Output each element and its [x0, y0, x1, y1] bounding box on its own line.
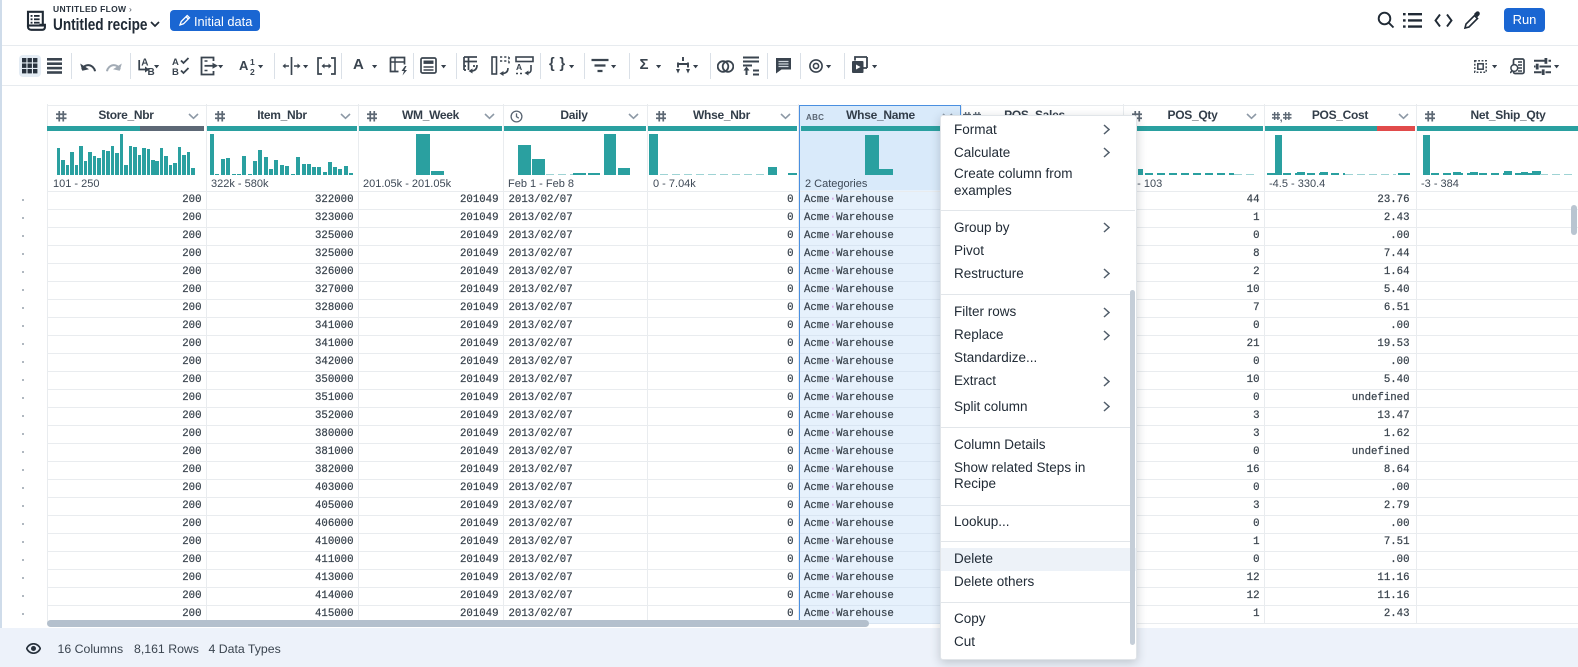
svg-text:B: B — [172, 67, 179, 76]
svg-text:2: 2 — [250, 67, 255, 76]
svg-text:A: A — [239, 58, 249, 73]
svg-text:1: 1 — [250, 57, 255, 67]
svg-text:A: A — [516, 62, 522, 72]
